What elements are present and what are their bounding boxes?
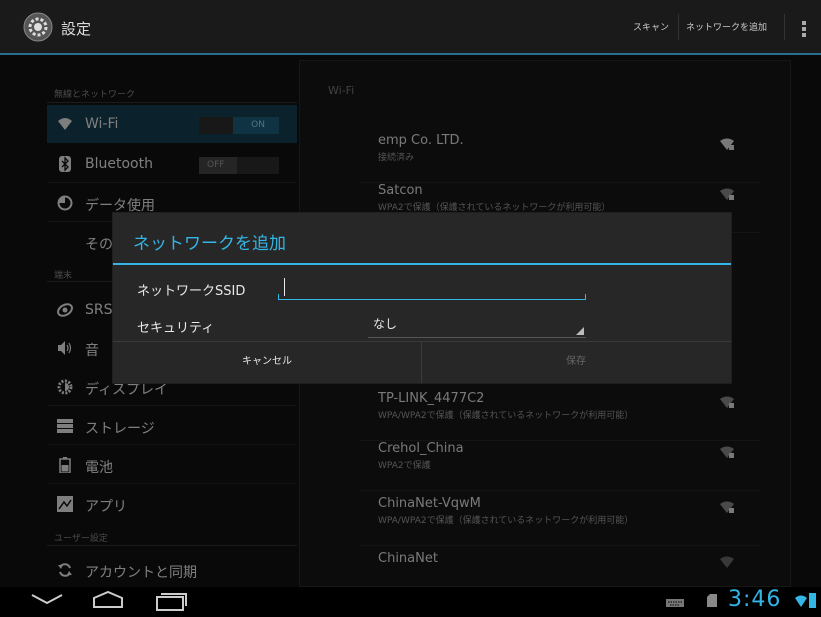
keyboard-icon <box>666 599 684 607</box>
overflow-menu-icon[interactable] <box>802 21 806 37</box>
scan-button[interactable]: スキャン <box>633 20 669 33</box>
page-title: 設定 <box>61 20 92 38</box>
input-tick <box>585 294 586 299</box>
save-button[interactable]: 保存 <box>422 342 730 383</box>
ssid-label: ネットワークSSID <box>137 284 246 299</box>
add-network-dialog: ネットワークを追加 ネットワークSSID セキュリティ なし キャンセル 保存 <box>112 212 732 384</box>
wifi-status-icon <box>795 595 807 607</box>
recent-apps-icon[interactable] <box>155 591 187 611</box>
status-clock: 3:46 <box>728 587 782 612</box>
sd-card-icon <box>707 594 717 607</box>
security-label: セキュリティ <box>137 321 215 336</box>
add-network-button[interactable]: ネットワークを追加 <box>686 20 767 33</box>
input-tick <box>278 294 279 299</box>
back-icon[interactable] <box>30 591 64 607</box>
cancel-button[interactable]: キャンセル <box>113 342 421 383</box>
security-dropdown[interactable]: なし <box>368 313 586 338</box>
action-divider <box>678 14 679 40</box>
system-nav-bar: 3:46 <box>0 587 821 617</box>
dialog-title: ネットワークを追加 <box>133 234 286 254</box>
action-divider <box>784 14 785 40</box>
battery-status-icon <box>809 593 816 608</box>
ssid-input[interactable] <box>278 275 586 300</box>
settings-gear-icon[interactable] <box>23 12 53 42</box>
dropdown-triangle-icon <box>576 327 584 335</box>
dialog-title-divider <box>113 263 731 265</box>
security-value: なし <box>373 317 398 331</box>
home-icon[interactable] <box>91 591 125 609</box>
action-bar: 設定 スキャン ネットワークを追加 <box>0 0 821 55</box>
text-cursor <box>284 278 285 296</box>
